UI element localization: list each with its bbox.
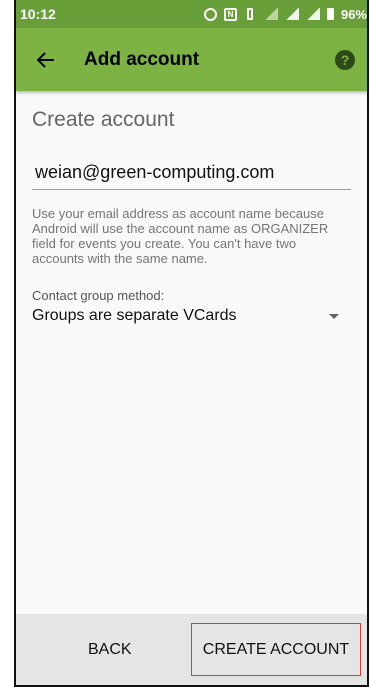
app-bar: Add account ? — [16, 28, 367, 91]
signal-icon — [284, 8, 299, 20]
chevron-down-icon — [329, 313, 339, 319]
help-icon[interactable]: ? — [335, 49, 355, 70]
status-icons: N 96% — [203, 6, 367, 22]
status-time: 10:12 — [20, 6, 56, 22]
vibrate-icon — [244, 7, 257, 21]
create-account-button[interactable]: CREATE ACCOUNT — [191, 623, 361, 676]
group-method-value: Groups are separate VCards — [32, 307, 237, 324]
account-name-note: Use your email address as account name b… — [32, 206, 329, 266]
nfc-icon: N — [223, 7, 237, 21]
signal-icon — [305, 8, 320, 20]
phone-screen: 10:12 N 96% Add account ? Create account… — [14, 0, 369, 687]
back-button[interactable]: BACK — [82, 640, 138, 660]
group-method-select[interactable]: Groups are separate VCards — [32, 307, 351, 325]
group-method-label: Contact group method: — [32, 288, 165, 303]
email-field[interactable]: weian@green-computing.com — [32, 162, 351, 190]
account-form: Create account weian@green-computing.com… — [16, 108, 367, 325]
back-arrow-icon[interactable] — [26, 40, 66, 80]
help-glyph: ? — [340, 51, 350, 68]
button-bar: BACK CREATE ACCOUNT — [16, 614, 367, 685]
page-title: Add account — [84, 48, 200, 70]
alarm-icon — [203, 7, 217, 21]
mobile-data-icon — [263, 8, 278, 20]
status-bar: 10:12 N 96% — [16, 0, 367, 28]
form-heading: Create account — [32, 108, 175, 131]
battery-percent: 96% — [340, 6, 367, 22]
battery-icon — [326, 8, 334, 20]
